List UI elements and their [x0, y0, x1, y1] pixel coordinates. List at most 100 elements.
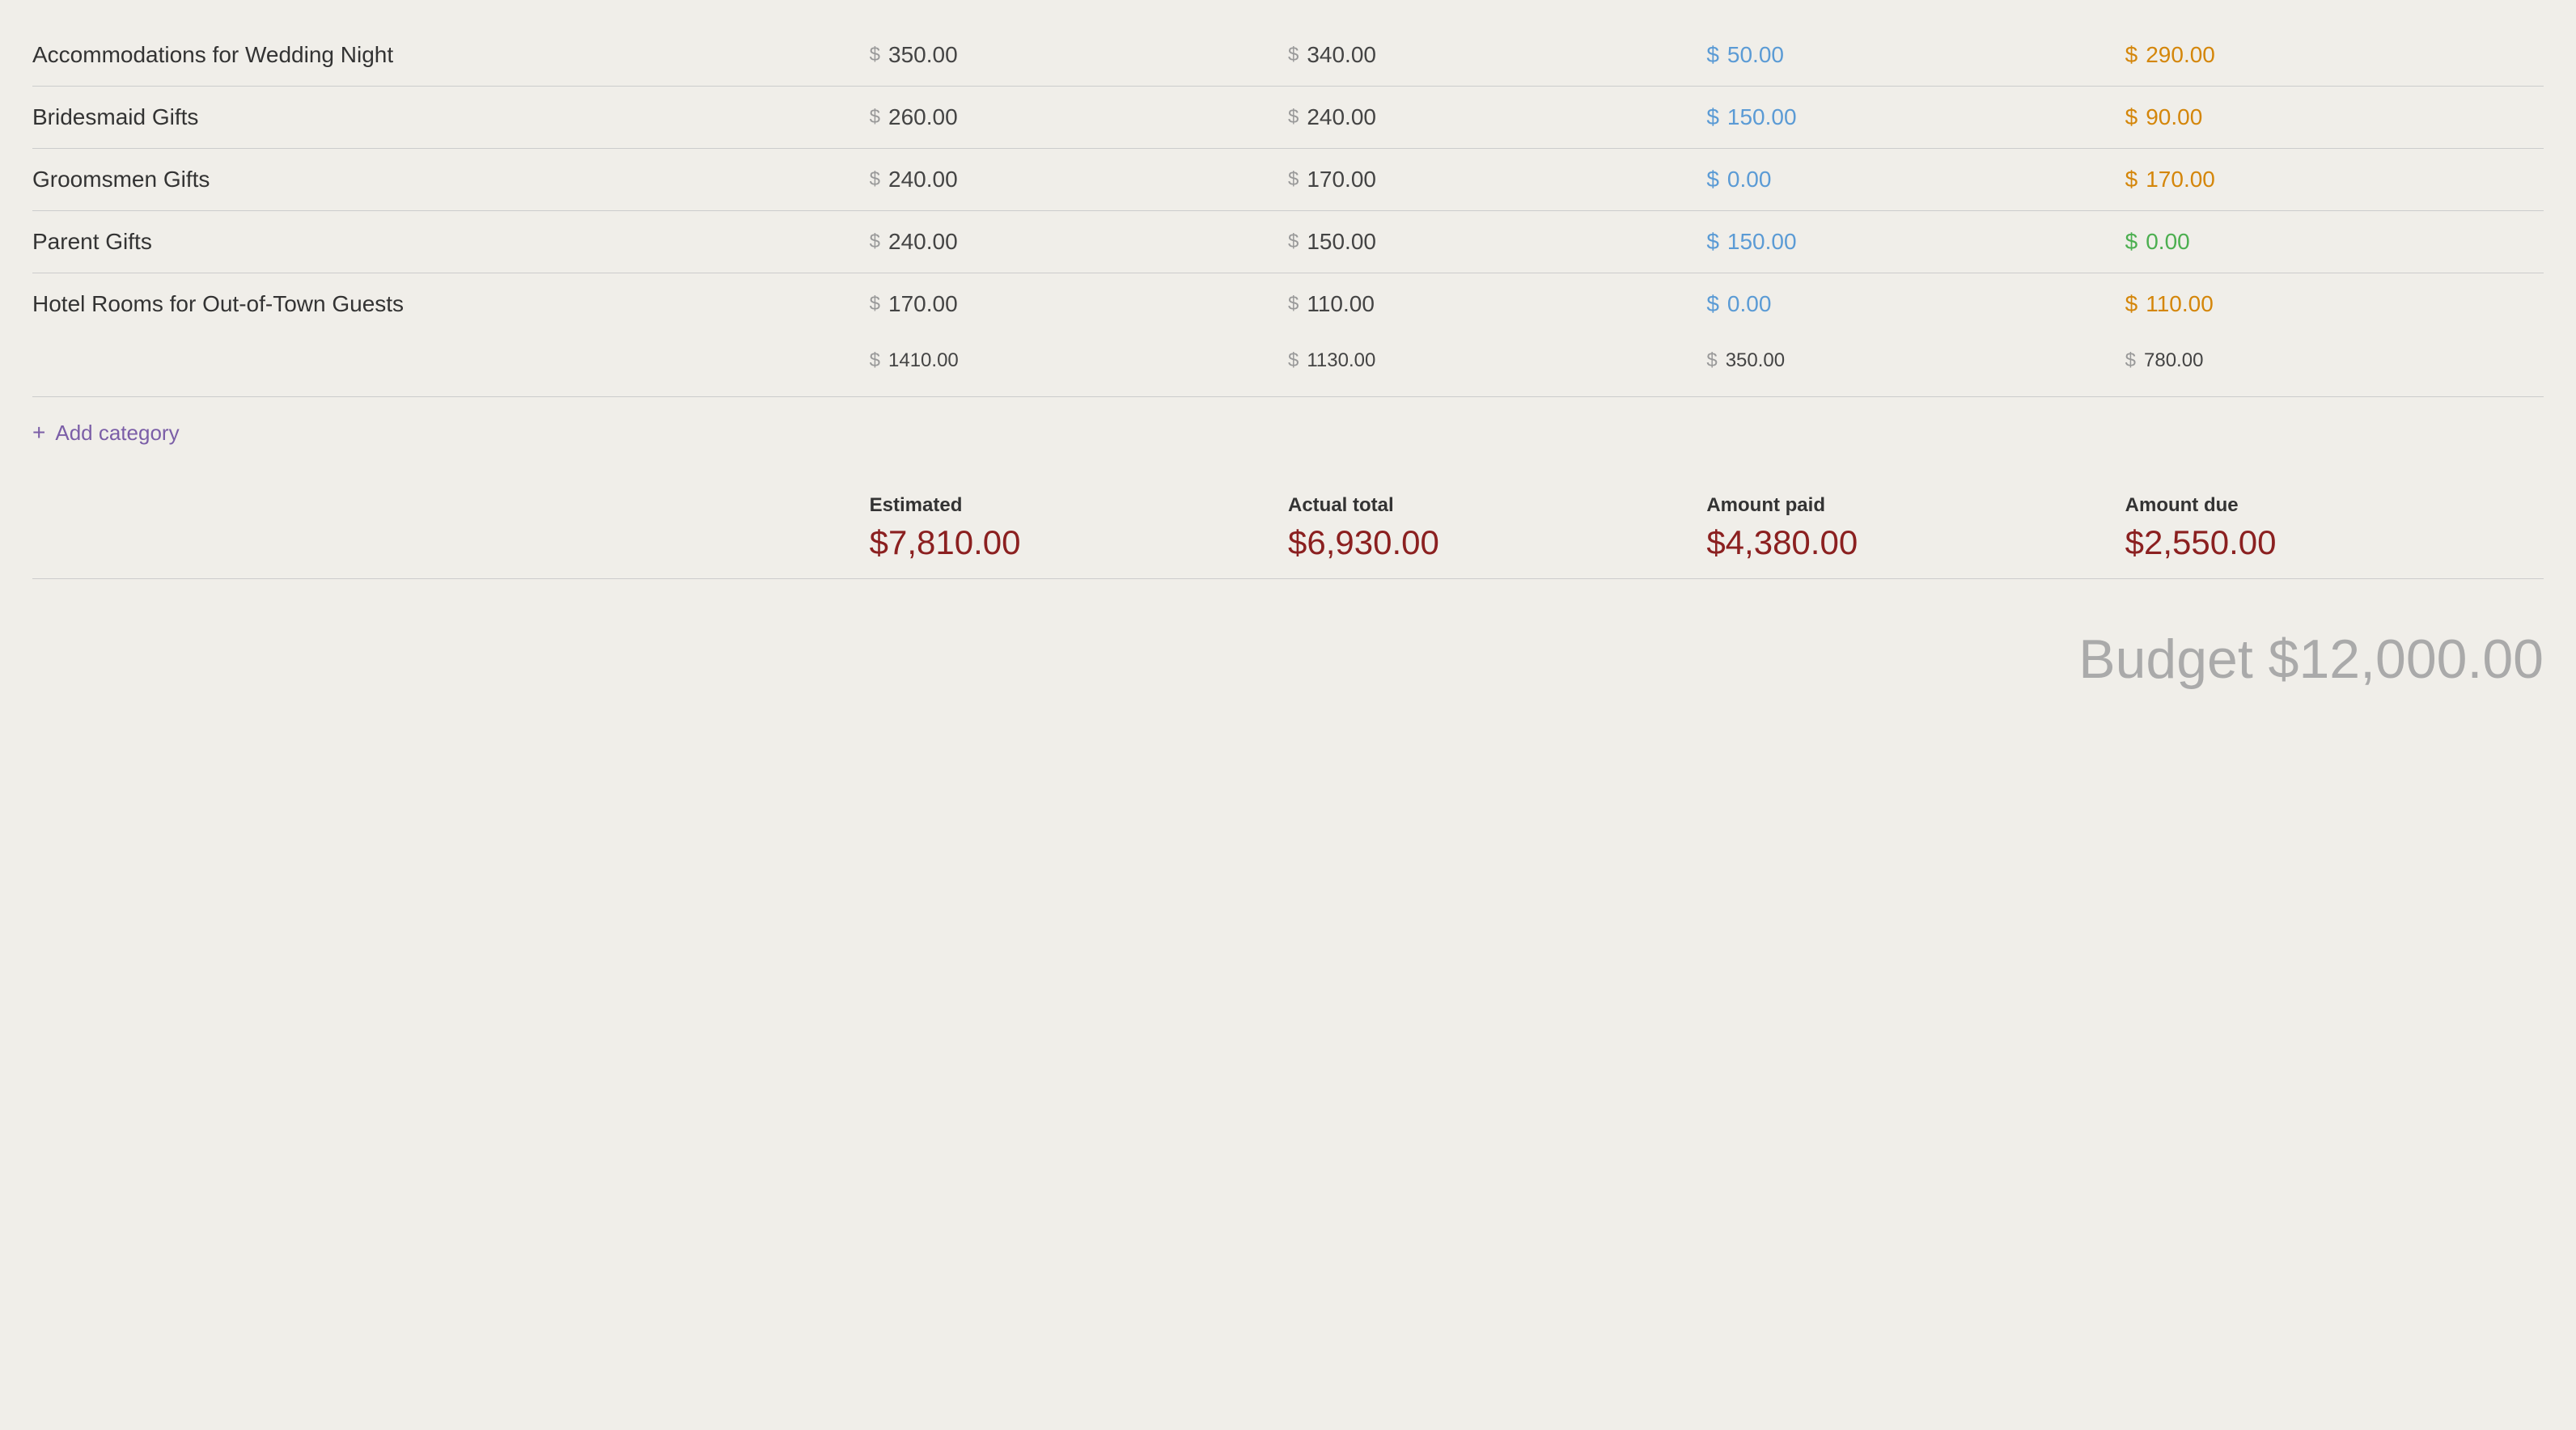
estimated-label: Estimated — [870, 494, 1288, 517]
estimated-value: 240.00 — [888, 229, 958, 255]
paid-dollar-icon: $ — [1706, 104, 1719, 130]
actual-cell: $ 340.00 — [1288, 42, 1706, 68]
due-value: 90.00 — [2146, 104, 2202, 130]
summary-estimated: Estimated $7,810.00 — [870, 494, 1288, 562]
category-name: Accommodations for Wedding Night — [32, 42, 870, 68]
due-cell: $ 170.00 — [2125, 167, 2544, 192]
total-paid-value: 350.00 — [1726, 349, 1785, 372]
due-value: 110.00 — [2146, 291, 2214, 317]
actual-cell: $ 110.00 — [1288, 291, 1706, 317]
dollar-icon: $ — [870, 168, 880, 191]
estimated-value: 260.00 — [888, 104, 958, 130]
due-dollar-icon: $ — [2125, 167, 2138, 192]
dollar-icon: $ — [870, 106, 880, 129]
actual-value: 340.00 — [1307, 42, 1376, 68]
total-actual-cell: $ 1130.00 — [1288, 349, 1706, 372]
actual-cell: $ 240.00 — [1288, 104, 1706, 130]
totals-row: $ 1410.00 $ 1130.00 $ 350.00 $ 780.00 — [32, 335, 2544, 397]
estimated-total: $7,810.00 — [870, 523, 1288, 562]
budget-total-section: Budget $12,000.00 — [32, 603, 2544, 715]
dollar-icon: $ — [1288, 106, 1299, 129]
actual-cell: $ 150.00 — [1288, 229, 1706, 255]
table-row: Parent Gifts $ 240.00 $ 150.00 $ 150.00 … — [32, 211, 2544, 273]
paid-cell: $ 150.00 — [1706, 104, 2125, 130]
estimated-cell: $ 240.00 — [870, 167, 1288, 192]
dollar-icon: $ — [1288, 293, 1299, 315]
summary-actual: Actual total $6,930.00 — [1288, 494, 1706, 562]
summary-paid: Amount paid $4,380.00 — [1706, 494, 2125, 562]
estimated-value: 240.00 — [888, 167, 958, 192]
paid-value: 150.00 — [1727, 104, 1797, 130]
add-category-label: Add category — [55, 421, 179, 446]
due-value: 290.00 — [2146, 42, 2215, 68]
actual-total: $6,930.00 — [1288, 523, 1706, 562]
due-cell: $ 90.00 — [2125, 104, 2544, 130]
due-dollar-icon: $ — [2125, 229, 2138, 255]
category-name: Hotel Rooms for Out-of-Town Guests — [32, 291, 870, 317]
dollar-icon: $ — [1288, 231, 1299, 253]
paid-value: 150.00 — [1727, 229, 1797, 255]
due-label: Amount due — [2125, 494, 2544, 517]
paid-cell: $ 50.00 — [1706, 42, 2125, 68]
dollar-icon: $ — [870, 349, 880, 372]
dollar-icon: $ — [1288, 44, 1299, 66]
dollar-icon: $ — [870, 293, 880, 315]
table-row: Hotel Rooms for Out-of-Town Guests $ 170… — [32, 273, 2544, 335]
paid-dollar-icon: $ — [1706, 167, 1719, 192]
actual-value: 150.00 — [1307, 229, 1376, 255]
paid-value: 0.00 — [1727, 167, 1772, 192]
due-cell: $ 110.00 — [2125, 291, 2544, 317]
total-due-value: 780.00 — [2144, 349, 2203, 372]
category-name: Groomsmen Gifts — [32, 167, 870, 192]
table-row: Groomsmen Gifts $ 240.00 $ 170.00 $ 0.00… — [32, 149, 2544, 211]
actual-value: 170.00 — [1307, 167, 1376, 192]
due-dollar-icon: $ — [2125, 42, 2138, 68]
budget-table: Accommodations for Wedding Night $ 350.0… — [32, 24, 2544, 715]
summary-due: Amount due $2,550.00 — [2125, 494, 2544, 562]
category-name: Parent Gifts — [32, 229, 870, 255]
dollar-icon: $ — [1288, 168, 1299, 191]
dollar-icon: $ — [2125, 349, 2136, 372]
actual-value: 240.00 — [1307, 104, 1376, 130]
due-value: 170.00 — [2146, 167, 2215, 192]
due-cell: $ 0.00 — [2125, 229, 2544, 255]
table-row: Bridesmaid Gifts $ 260.00 $ 240.00 $ 150… — [32, 87, 2544, 149]
actual-cell: $ 170.00 — [1288, 167, 1706, 192]
paid-dollar-icon: $ — [1706, 42, 1719, 68]
estimated-cell: $ 260.00 — [870, 104, 1288, 130]
total-paid-cell: $ 350.00 — [1706, 349, 2125, 372]
paid-total: $4,380.00 — [1706, 523, 2125, 562]
actual-value: 110.00 — [1307, 291, 1375, 317]
paid-cell: $ 150.00 — [1706, 229, 2125, 255]
paid-dollar-icon: $ — [1706, 229, 1719, 255]
paid-label: Amount paid — [1706, 494, 2125, 517]
estimated-cell: $ 170.00 — [870, 291, 1288, 317]
due-dollar-icon: $ — [2125, 104, 2138, 130]
dollar-icon: $ — [1706, 349, 1717, 372]
plus-icon: + — [32, 420, 45, 446]
summary-section: Estimated $7,810.00 Actual total $6,930.… — [32, 478, 2544, 579]
estimated-cell: $ 350.00 — [870, 42, 1288, 68]
category-name: Bridesmaid Gifts — [32, 104, 870, 130]
total-estimated-cell: $ 1410.00 — [870, 349, 1288, 372]
total-actual-value: 1130.00 — [1307, 349, 1375, 372]
paid-value: 50.00 — [1727, 42, 1784, 68]
budget-total: Budget $12,000.00 — [2078, 628, 2544, 691]
estimated-value: 170.00 — [888, 291, 958, 317]
paid-value: 0.00 — [1727, 291, 1772, 317]
actual-label: Actual total — [1288, 494, 1706, 517]
estimated-cell: $ 240.00 — [870, 229, 1288, 255]
table-row: Accommodations for Wedding Night $ 350.0… — [32, 24, 2544, 87]
due-value: 0.00 — [2146, 229, 2190, 255]
add-category-button[interactable]: + Add category — [32, 397, 2544, 478]
total-due-cell: $ 780.00 — [2125, 349, 2544, 372]
dollar-icon: $ — [870, 44, 880, 66]
paid-cell: $ 0.00 — [1706, 291, 2125, 317]
due-cell: $ 290.00 — [2125, 42, 2544, 68]
paid-cell: $ 0.00 — [1706, 167, 2125, 192]
paid-dollar-icon: $ — [1706, 291, 1719, 317]
total-estimated-value: 1410.00 — [888, 349, 959, 372]
dollar-icon: $ — [870, 231, 880, 253]
due-dollar-icon: $ — [2125, 291, 2138, 317]
estimated-value: 350.00 — [888, 42, 958, 68]
